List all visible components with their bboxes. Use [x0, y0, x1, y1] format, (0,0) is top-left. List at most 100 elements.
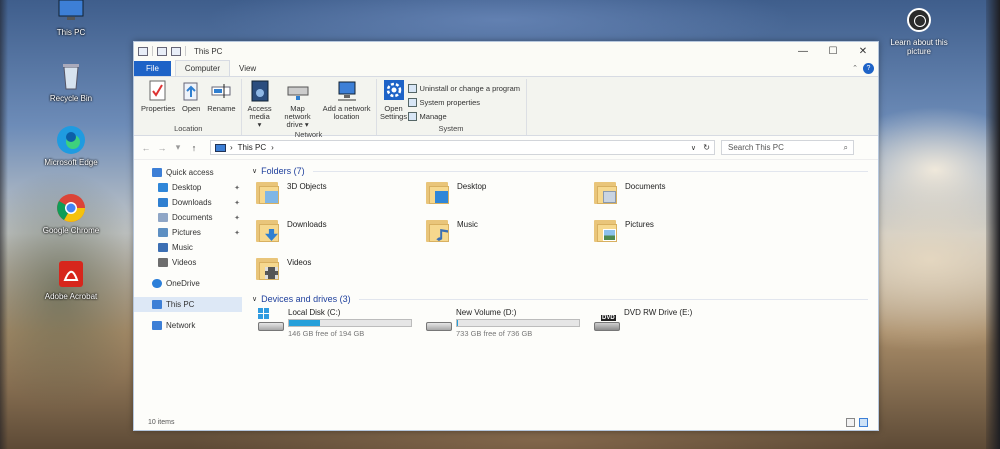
this-pc-icon [215, 143, 226, 152]
downloads-folder-icon [158, 198, 168, 207]
drive-d[interactable]: New Volume (D:) 733 GB free of 736 GB [424, 308, 592, 338]
breadcrumb-this-pc[interactable]: This PC [238, 143, 266, 152]
drives-section-header[interactable]: ∨ Devices and drives (3) [252, 292, 878, 306]
window-menu-icon[interactable] [138, 46, 148, 56]
search-box[interactable]: Search This PC ⌕ [721, 140, 854, 155]
desktop-icon-recycle-bin[interactable]: Recycle Bin [36, 60, 106, 103]
minimize-button[interactable]: — [788, 42, 818, 60]
drive-free-space: 146 GB free of 194 GB [288, 329, 365, 338]
forward-button[interactable]: → [156, 143, 168, 153]
chrome-icon [55, 192, 87, 224]
folder-documents[interactable]: Documents [594, 180, 764, 210]
open-settings-button[interactable]: Open Settings [380, 79, 408, 123]
properties-button[interactable]: Properties [139, 79, 177, 123]
folder-pictures[interactable]: Pictures [594, 218, 764, 248]
open-label: Open [182, 104, 201, 113]
dvd-tag: DVD [601, 315, 616, 321]
tab-file[interactable]: File [134, 61, 171, 76]
nav-music[interactable]: Music [134, 240, 242, 255]
folder-music[interactable]: Music [426, 218, 594, 248]
quick-access-separator [185, 46, 186, 56]
content-pane: ∨ Folders (7) 3D Objects Desktop Documen… [242, 160, 878, 404]
access-media-button[interactable]: Access media ▾ [245, 79, 275, 129]
up-button[interactable]: ↑ [188, 143, 200, 153]
desktop-icon-this-pc[interactable]: This PC [36, 0, 106, 37]
manage-button[interactable]: Manage [407, 109, 520, 123]
explorer-body: Quick access Desktop ✦ Downloads ✦ Docum… [134, 160, 878, 404]
close-button[interactable]: ✕ [848, 42, 878, 60]
nav-network[interactable]: Network [134, 318, 242, 333]
drive-c[interactable]: Local Disk (C:) 146 GB free of 194 GB [256, 308, 424, 338]
help-icon[interactable]: ? [863, 63, 874, 74]
open-button[interactable]: Open [177, 79, 205, 123]
tab-view[interactable]: View [230, 61, 265, 76]
nav-videos[interactable]: Videos [134, 255, 242, 270]
search-input[interactable]: Search This PC [728, 143, 784, 152]
add-network-location-button[interactable]: Add a network location [321, 79, 373, 129]
folder-name: 3D Objects [287, 182, 327, 191]
nav-this-pc[interactable]: This PC [134, 297, 242, 312]
pin-icon[interactable]: ✦ [234, 214, 240, 222]
desktop-icon-microsoft-edge[interactable]: Microsoft Edge [36, 124, 106, 167]
uninstall-program-button[interactable]: Uninstall or change a program [407, 81, 520, 95]
uninstall-icon [407, 83, 417, 93]
address-dropdown-icon[interactable]: ∨ [691, 144, 696, 152]
folder-name: Pictures [625, 220, 654, 229]
quick-access-separator [152, 46, 153, 56]
details-view-icon[interactable] [846, 418, 855, 427]
group-label-system: System [438, 124, 464, 133]
status-bar: 10 items [134, 414, 878, 430]
system-drive-icon [256, 308, 286, 336]
rename-button[interactable]: Rename [205, 79, 237, 123]
map-drive-icon [287, 79, 309, 103]
map-network-drive-button[interactable]: Map network drive ▾ [275, 79, 321, 129]
drives-section-title: Devices and drives (3) [261, 294, 351, 304]
large-icons-view-icon[interactable] [859, 418, 868, 427]
nav-label: Network [166, 321, 196, 330]
refresh-icon[interactable]: ↻ [703, 143, 710, 152]
folder-desktop[interactable]: Desktop [426, 180, 594, 210]
nav-documents[interactable]: Documents ✦ [134, 210, 242, 225]
back-button[interactable]: ← [140, 143, 152, 153]
folder-name: Downloads [287, 220, 327, 229]
desktop-icon-adobe-acrobat[interactable]: Adobe Acrobat [36, 258, 106, 301]
desktop-folder-icon [158, 183, 168, 192]
pin-icon[interactable]: ✦ [234, 199, 240, 207]
learn-about-label: Learn about this picture [890, 38, 948, 56]
desktop-icon-google-chrome[interactable]: Google Chrome [36, 192, 106, 235]
drive-usage-fill [457, 320, 459, 326]
folder-downloads[interactable]: Downloads [256, 218, 426, 248]
new-folder-quick-icon[interactable] [171, 46, 181, 56]
collapse-ribbon-icon[interactable]: ⌃ [852, 64, 858, 72]
folder-3d-objects[interactable]: 3D Objects [256, 180, 426, 210]
manage-icon [407, 111, 417, 121]
nav-label: Desktop [172, 183, 202, 192]
nav-desktop[interactable]: Desktop ✦ [134, 180, 242, 195]
chevron-down-icon: ∨ [252, 168, 258, 175]
network-location-icon [336, 79, 358, 103]
recent-locations-button[interactable]: ▾ [172, 142, 184, 153]
drive-e[interactable]: DVD DVD RW Drive (E:) [592, 308, 762, 338]
downloads-folder-icon [256, 218, 284, 244]
address-bar[interactable]: › This PC › ∨ ↻ [210, 140, 715, 155]
this-pc-icon [55, 0, 87, 26]
learn-about-picture[interactable]: Learn about this picture [890, 8, 948, 56]
nav-onedrive[interactable]: OneDrive [134, 276, 242, 291]
nav-pictures[interactable]: Pictures ✦ [134, 225, 242, 240]
address-bar-row: ← → ▾ ↑ › This PC › ∨ ↻ Search This PC ⌕ [134, 136, 878, 160]
section-divider [358, 298, 868, 300]
folders-section-header[interactable]: ∨ Folders (7) [252, 164, 878, 178]
properties-icon [147, 79, 169, 103]
pin-icon[interactable]: ✦ [234, 229, 240, 237]
desktop-folder-icon [426, 180, 454, 206]
view-switcher [846, 418, 868, 427]
nav-downloads[interactable]: Downloads ✦ [134, 195, 242, 210]
folder-videos[interactable]: Videos [256, 256, 426, 286]
nav-quick-access[interactable]: Quick access [134, 165, 242, 180]
system-properties-button[interactable]: System properties [407, 95, 520, 109]
tab-computer[interactable]: Computer [174, 60, 231, 76]
pin-icon[interactable]: ✦ [234, 184, 240, 192]
ribbon-group-location: Properties Open Rename Location [136, 79, 242, 135]
maximize-button[interactable]: ☐ [818, 42, 848, 60]
properties-quick-icon[interactable] [157, 46, 167, 56]
